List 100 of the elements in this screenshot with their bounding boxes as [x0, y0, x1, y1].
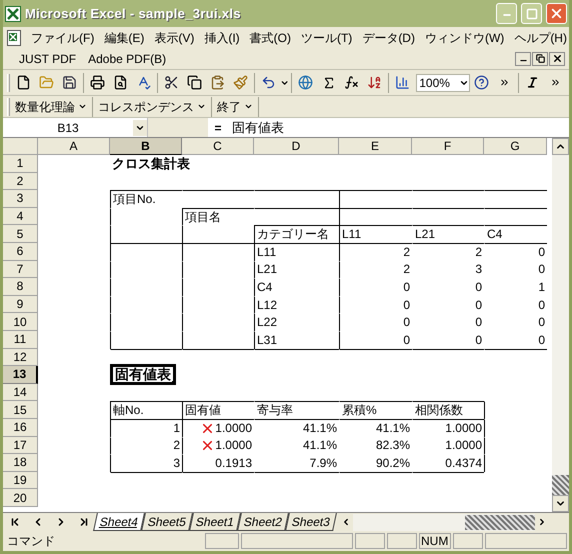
row-header[interactable]: 17: [3, 436, 38, 454]
row-header[interactable]: 2: [3, 172, 38, 190]
row-header[interactable]: 12: [3, 348, 38, 366]
menu-item[interactable]: 編集(E): [104, 28, 144, 46]
table-cell: 3: [110, 454, 182, 472]
column-header[interactable]: F: [412, 138, 484, 155]
table-cell: 2: [339, 242, 412, 261]
menu-item[interactable]: ヘルプ(H): [514, 28, 567, 46]
scroll-thumb[interactable]: [552, 475, 569, 495]
row-header[interactable]: 16: [3, 418, 38, 436]
row-header[interactable]: 13: [3, 366, 38, 384]
table-cell: L31: [254, 330, 339, 349]
scroll-down-button[interactable]: [552, 495, 569, 512]
toolbar-menu-button[interactable]: 数量化理論: [12, 98, 90, 116]
spreadsheet-logo-icon: [5, 6, 21, 22]
table-cell-text: 0: [474, 332, 483, 349]
row-header[interactable]: 18: [3, 454, 38, 472]
table-cell: [110, 242, 182, 261]
table-cell-text: 90.2%: [374, 454, 411, 472]
row-header[interactable]: 20: [3, 489, 38, 507]
selected-cell[interactable]: 固有値表: [110, 364, 176, 386]
sheet-tab[interactable]: Sheet2: [237, 513, 290, 531]
scroll-left-button[interactable]: [339, 514, 354, 530]
menu-item[interactable]: ツール(T): [300, 28, 352, 46]
table-cell: L12: [254, 296, 339, 314]
table-cell: 2: [110, 436, 182, 454]
row-header[interactable]: 8: [3, 278, 38, 296]
close-button[interactable]: [546, 3, 567, 24]
row-header[interactable]: 15: [3, 401, 38, 419]
column-header[interactable]: A: [38, 138, 110, 155]
row-header[interactable]: 6: [3, 242, 38, 261]
workbook-close-button[interactable]: [549, 52, 565, 66]
workbook-restore-button[interactable]: [532, 52, 548, 66]
scroll-right-button[interactable]: [535, 514, 549, 530]
toolbar-menu-button[interactable]: 終了: [214, 98, 256, 116]
workbook-minimize-button[interactable]: [515, 52, 531, 66]
sheet-tab[interactable]: Sheet5: [141, 513, 193, 531]
vertical-scrollbar[interactable]: [552, 138, 569, 512]
table-cell: 軸No.: [110, 401, 182, 419]
row-header[interactable]: 5: [3, 225, 38, 243]
cell-text: 0.1913: [215, 454, 252, 472]
row-header[interactable]: 11: [3, 330, 38, 349]
row-header[interactable]: 7: [3, 260, 38, 278]
status-panel: [387, 533, 417, 549]
toolbar-grip[interactable]: [7, 98, 10, 116]
toolbar-menu-button[interactable]: コレスポンデンス: [95, 98, 209, 116]
table-cell-text: 41.1%: [302, 437, 338, 454]
dropdown-button[interactable]: [133, 120, 147, 136]
table-cell: 相関係数: [412, 401, 484, 419]
sheet-tab[interactable]: Sheet4: [93, 513, 145, 531]
row-header[interactable]: 3: [3, 190, 38, 208]
menu-item[interactable]: 書式(O): [250, 28, 291, 46]
sheet-tab[interactable]: Sheet1: [189, 513, 242, 531]
row-header[interactable]: 14: [3, 384, 38, 402]
column-header[interactable]: E: [339, 138, 412, 155]
sheet-title: クロス集計表: [111, 155, 191, 172]
row-header[interactable]: 4: [3, 208, 38, 226]
row-header[interactable]: 9: [3, 296, 38, 314]
column-header[interactable]: B: [110, 138, 182, 155]
cell-reference: B13: [56, 120, 80, 136]
table-cell: C4: [254, 278, 339, 296]
column-header[interactable]: G: [484, 138, 547, 155]
column-header[interactable]: D: [254, 138, 339, 155]
table-cell-text: 0: [537, 332, 546, 349]
restore-icon: [536, 54, 544, 63]
formula-bar[interactable]: 固有値表: [228, 118, 569, 138]
scroll-thumb[interactable]: [465, 514, 535, 530]
name-box[interactable]: B13: [3, 118, 148, 137]
table-cell-text: 82.3%: [374, 437, 411, 454]
row-header[interactable]: 10: [3, 313, 38, 331]
table-cell: 41.1%: [339, 418, 412, 436]
table-cell-text: 1: [537, 278, 546, 296]
menu-item[interactable]: JUST PDF: [19, 50, 76, 68]
table-cell-text: 7.9%: [308, 454, 338, 472]
table-cell: 項目名: [182, 208, 254, 226]
menu-item[interactable]: ファイル(F): [31, 28, 94, 46]
toolbar-grip[interactable]: [7, 74, 10, 92]
sheet-tab[interactable]: Sheet3: [285, 513, 338, 531]
row-header[interactable]: 19: [3, 472, 38, 490]
close-icon: [552, 53, 562, 64]
table-cell-text: 0: [474, 278, 483, 296]
table-cell: カテゴリー名: [254, 225, 339, 243]
table-cell-text: 0: [474, 296, 483, 314]
menu-item[interactable]: Adobe PDF(B): [88, 50, 166, 68]
column-header[interactable]: C: [182, 138, 254, 155]
table-cell: 41.1%: [254, 418, 339, 436]
table-cell: 0: [484, 242, 547, 261]
menu-item[interactable]: ウィンドウ(W): [424, 28, 504, 46]
menu-item[interactable]: 表示(V): [154, 28, 194, 46]
table-cell: 0: [339, 330, 412, 349]
table-cell: L21: [412, 225, 484, 243]
window-title: Microsoft Excel - sample_3rui.xls: [25, 4, 241, 23]
formula-bar-panel: [148, 118, 208, 137]
zoom-dropdown[interactable]: 100%: [416, 74, 470, 92]
row-header[interactable]: 1: [3, 155, 38, 173]
menu-item[interactable]: データ(D): [362, 28, 415, 46]
caret-icon: [197, 102, 206, 111]
table-cell: 固有値: [182, 401, 254, 419]
scroll-up-button[interactable]: [552, 138, 569, 155]
menu-item[interactable]: 挿入(I): [204, 28, 240, 46]
